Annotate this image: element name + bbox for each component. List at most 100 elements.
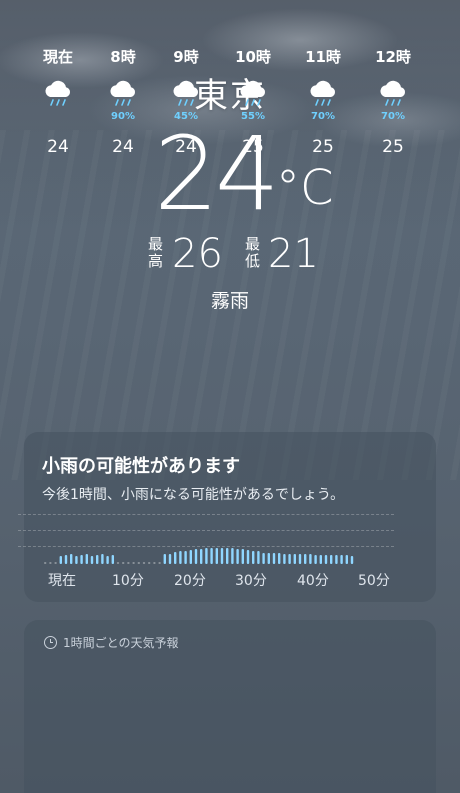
precip-bar <box>96 555 99 564</box>
precip-subtitle: 今後1時間、小雨になる可能性があるでしょう。 <box>42 487 345 503</box>
precip-bar <box>184 551 187 564</box>
precip-title: 小雨の可能性があります <box>42 456 240 477</box>
precip-bar <box>257 551 260 564</box>
precip-bar <box>298 554 302 564</box>
precip-bar <box>288 554 291 564</box>
cloud-rain-icon-graphic <box>380 80 406 106</box>
clock-icon <box>44 636 57 649</box>
high-value: 26 <box>172 231 223 277</box>
hour-item[interactable]: 10時 55% 25 <box>225 46 281 157</box>
precip-bar <box>158 562 161 564</box>
axis-label: 40分 <box>297 573 329 589</box>
hour-item[interactable]: 現在 24 <box>30 46 86 157</box>
cloud-rain-icon <box>158 79 214 117</box>
precip-bar <box>283 554 286 564</box>
cloud-rain-icon <box>295 79 351 117</box>
precip-bar <box>106 556 109 564</box>
precip-bar <box>205 548 208 564</box>
axis-label: 10分 <box>112 573 144 589</box>
precip-bar <box>153 562 156 564</box>
chart-gridline <box>18 514 394 515</box>
precip-bar <box>350 556 354 564</box>
precip-bar <box>324 555 328 564</box>
precip-bar <box>127 562 130 564</box>
hour-temp: 25 <box>242 137 264 157</box>
precip-bar <box>314 555 317 564</box>
precip-bar <box>345 555 348 564</box>
precip-bar <box>90 556 94 564</box>
precip-bar <box>116 562 120 564</box>
precip-bar <box>59 556 62 564</box>
cloud-rain-icon-graphic <box>173 80 199 106</box>
cloud-rain-icon <box>225 79 281 117</box>
precip-bar <box>111 555 114 564</box>
hour-temp: 25 <box>312 137 334 157</box>
precip-bar <box>330 555 333 564</box>
precip-bar <box>189 550 192 564</box>
hour-label: 9時 <box>173 48 199 66</box>
precip-bar <box>220 548 224 564</box>
precip-bar <box>122 562 125 564</box>
precip-bar <box>44 562 47 564</box>
precip-bar <box>236 549 239 564</box>
precip-bar <box>335 555 338 564</box>
precip-bar <box>163 554 166 564</box>
hourly-title-text: 1時間ごとの天気予報 <box>63 636 179 650</box>
precip-bar <box>241 549 244 564</box>
cloud-rain-icon <box>30 79 86 117</box>
hour-item[interactable]: 8時 90% 24 <box>95 46 151 157</box>
hour-item[interactable]: 12時 70% 25 <box>365 46 421 157</box>
axis-label: 50分 <box>358 573 390 589</box>
hour-label: 10時 <box>235 48 271 66</box>
precip-bar <box>101 554 104 564</box>
precip-bar <box>293 554 296 564</box>
cloud-rain-icon-graphic <box>240 80 266 106</box>
precip-bar <box>174 552 177 564</box>
precip-bar <box>267 553 270 564</box>
precip-bar <box>49 562 52 564</box>
cloud-rain-icon-graphic <box>310 80 336 106</box>
precip-bar <box>75 556 78 564</box>
precip-bar <box>64 555 68 564</box>
precip-bar <box>210 548 213 564</box>
cloud-rain-icon-graphic <box>110 80 136 106</box>
hour-temp: 24 <box>175 137 197 157</box>
precip-bar <box>194 549 198 564</box>
precip-bar <box>85 554 88 564</box>
precip-bar <box>80 555 83 564</box>
precip-bar <box>226 548 229 564</box>
precip-bar <box>278 553 281 564</box>
hour-label: 現在 <box>42 48 73 66</box>
precip-bar <box>54 562 57 564</box>
cloud-rain-icon <box>365 79 421 117</box>
precip-bar <box>215 548 218 564</box>
precip-bars <box>44 548 354 564</box>
hour-temp: 24 <box>47 137 69 157</box>
hourly-title: 1時間ごとの天気予報 <box>44 634 179 651</box>
precip-bar <box>142 562 146 564</box>
precip-bar <box>246 550 250 564</box>
axis-label: 30分 <box>235 573 267 589</box>
hour-temp: 25 <box>382 137 404 157</box>
precip-bar <box>168 554 172 564</box>
high-low: 最高 26 最低 21 <box>0 232 460 276</box>
condition-text: 霧雨 <box>210 290 249 312</box>
precip-bar <box>319 555 322 564</box>
hour-item[interactable]: 11時 70% 25 <box>295 46 351 157</box>
temperature-unit: °C <box>276 160 334 216</box>
axis-label: 現在 <box>48 573 76 589</box>
hour-label: 8時 <box>110 48 136 66</box>
hour-temp: 24 <box>112 137 134 157</box>
precip-bar <box>70 554 73 564</box>
precip-bar <box>200 549 203 564</box>
cloud-rain-icon <box>95 79 151 117</box>
hour-label: 11時 <box>305 48 341 66</box>
hourly-forecast-card[interactable]: 1時間ごとの天気予報 <box>24 620 436 793</box>
hour-item[interactable]: 9時 45% 24 <box>158 46 214 157</box>
precip-bar <box>309 554 312 564</box>
precip-bar <box>304 554 307 564</box>
axis-label: 20分 <box>174 573 206 589</box>
precip-bar <box>132 562 135 564</box>
precip-bar <box>252 551 255 564</box>
low-label: 最低 <box>245 235 261 270</box>
